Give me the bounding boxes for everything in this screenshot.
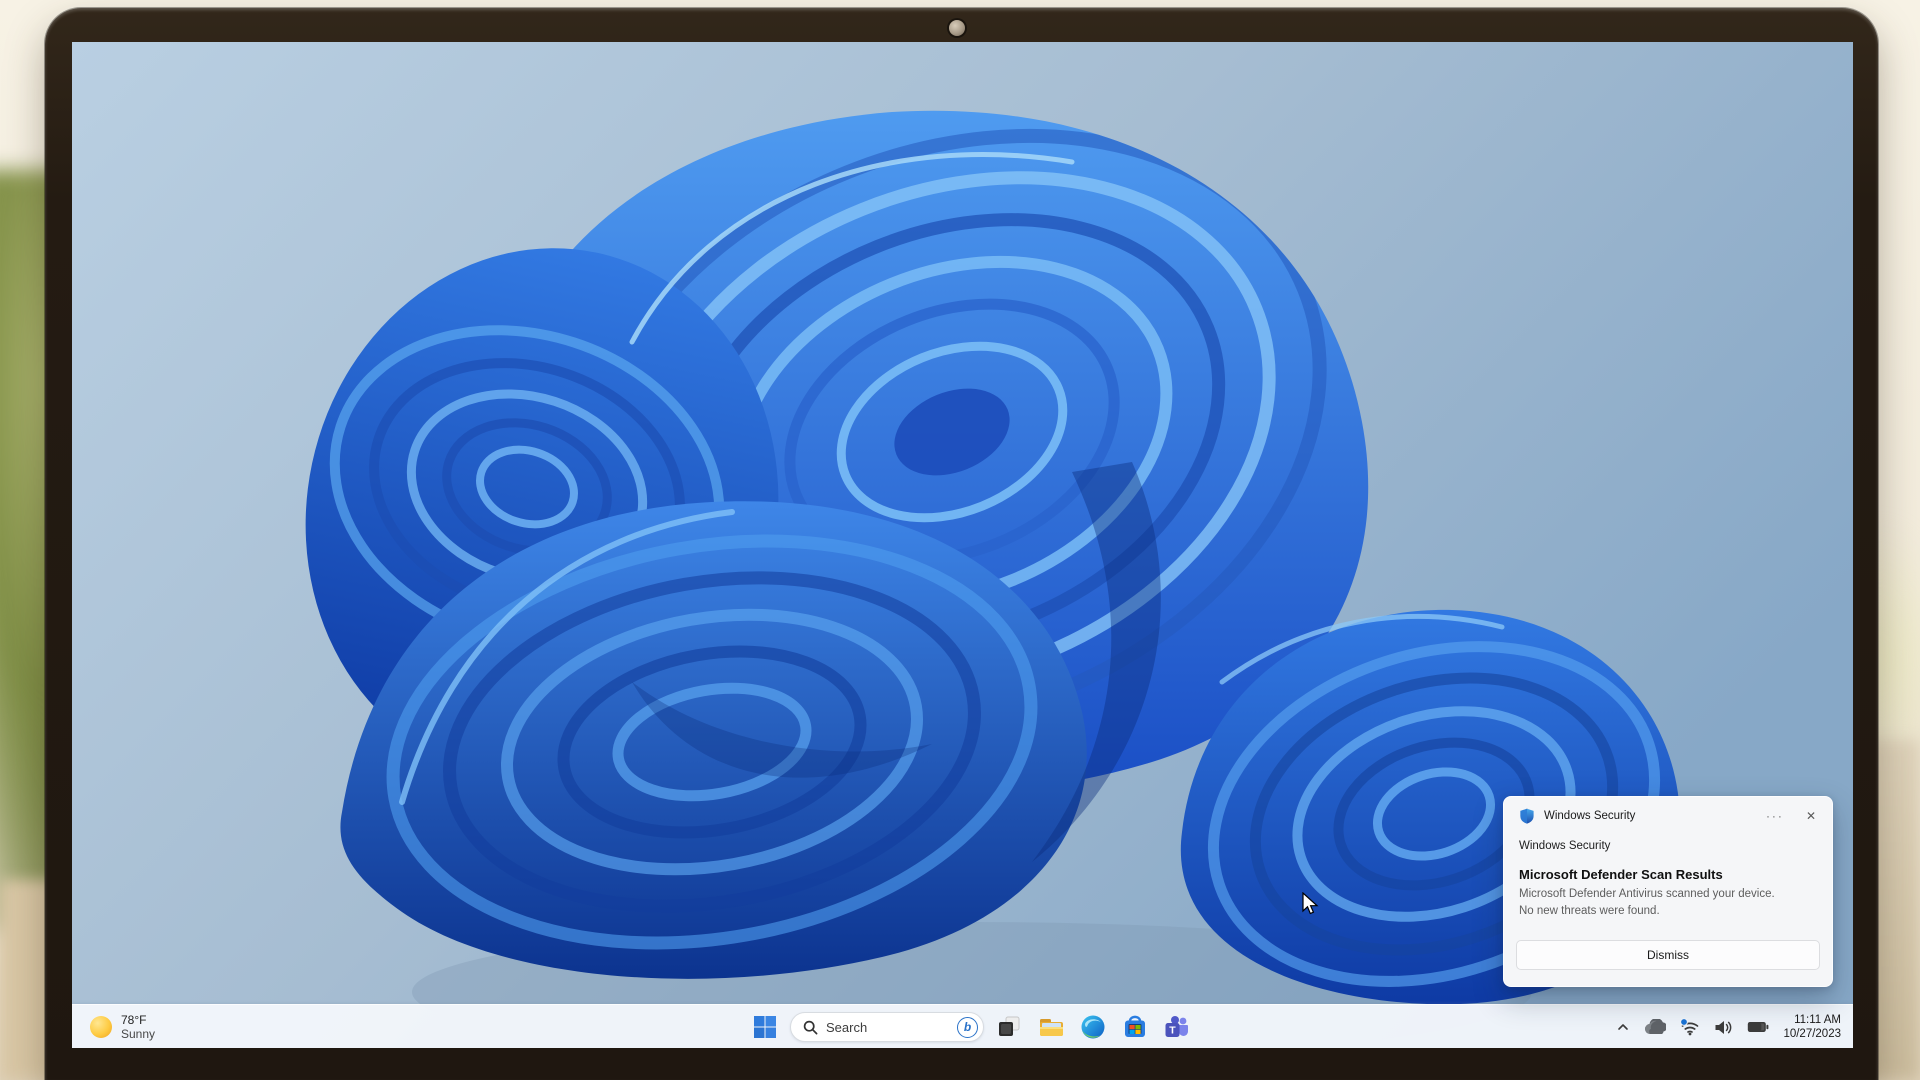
edge-button[interactable] xyxy=(1076,1010,1110,1044)
onedrive-cloud-icon xyxy=(1644,1019,1666,1035)
microsoft-store-icon xyxy=(1122,1014,1148,1040)
battery-icon xyxy=(1747,1021,1769,1033)
tray-chevron-up-button[interactable] xyxy=(1614,1018,1632,1036)
toast-source-line: Windows Security xyxy=(1519,840,1817,852)
search-input[interactable] xyxy=(826,1020,949,1035)
start-button[interactable] xyxy=(748,1010,782,1044)
weather-temperature: 78°F xyxy=(121,1013,155,1027)
tray-time: 11:11 AM xyxy=(1783,1013,1841,1027)
file-explorer-icon xyxy=(1038,1014,1065,1041)
dismiss-button[interactable]: Dismiss xyxy=(1516,940,1820,970)
toast-app-name: Windows Security xyxy=(1544,810,1762,822)
battery-button[interactable] xyxy=(1745,1019,1771,1035)
file-explorer-button[interactable] xyxy=(1034,1010,1068,1044)
laptop-screen: Windows Security ··· ✕ Windows Security … xyxy=(72,42,1853,1048)
edge-icon xyxy=(1080,1014,1106,1040)
task-view-icon xyxy=(996,1014,1022,1040)
taskbar: 78°F Sunny xyxy=(72,1004,1853,1048)
webcam-dot xyxy=(949,20,965,36)
microsoft-teams-icon: T xyxy=(1164,1014,1190,1040)
bing-icon[interactable]: b xyxy=(957,1017,978,1038)
volume-icon xyxy=(1714,1019,1733,1036)
windows-security-toast[interactable]: Windows Security ··· ✕ Windows Security … xyxy=(1503,796,1833,987)
tray-date: 10/27/2023 xyxy=(1783,1027,1841,1041)
magnifier-icon xyxy=(803,1020,818,1035)
chevron-up-icon xyxy=(1616,1020,1630,1034)
clock[interactable]: 11:11 AM 10/27/2023 xyxy=(1781,1011,1843,1043)
toast-body-line-1: Microsoft Defender Antivirus scanned you… xyxy=(1519,886,1817,903)
toast-close-icon[interactable]: ✕ xyxy=(1802,809,1820,823)
svg-text:T: T xyxy=(1169,1025,1176,1037)
weather-condition: Sunny xyxy=(121,1027,155,1041)
toast-title: Microsoft Defender Scan Results xyxy=(1519,867,1817,882)
toast-body-line-2: No new threats were found. xyxy=(1519,903,1817,920)
search-box[interactable]: b xyxy=(790,1012,984,1042)
windows-security-shield-icon xyxy=(1519,808,1535,824)
sun-icon xyxy=(90,1016,112,1038)
laptop-bezel: Windows Security ··· ✕ Windows Security … xyxy=(45,8,1878,1080)
microsoft-teams-button[interactable]: T xyxy=(1160,1010,1194,1044)
wifi-icon xyxy=(1680,1018,1700,1036)
toast-more-options-button[interactable]: ··· xyxy=(1762,809,1788,823)
windows-start-icon xyxy=(753,1015,777,1039)
arrow-cursor xyxy=(1302,892,1319,916)
task-view-button[interactable] xyxy=(992,1010,1026,1044)
network-button[interactable] xyxy=(1678,1016,1702,1038)
toast-header: Windows Security ··· ✕ xyxy=(1504,797,1832,824)
weather-widget[interactable]: 78°F Sunny xyxy=(80,1005,165,1048)
volume-button[interactable] xyxy=(1712,1017,1735,1038)
microsoft-store-button[interactable] xyxy=(1118,1010,1152,1044)
onedrive-button[interactable] xyxy=(1642,1017,1668,1037)
